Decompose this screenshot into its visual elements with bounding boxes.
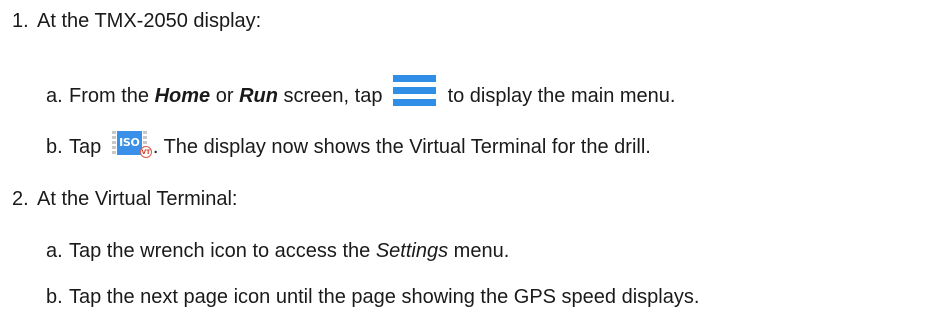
substep-text: . The display now shows the Virtual Term… xyxy=(152,136,651,158)
substep-text: menu. xyxy=(448,240,510,262)
step-2: 2. At the Virtual Terminal: xyxy=(12,187,237,211)
step-2b: b. Tap the next page icon until the page… xyxy=(46,285,699,309)
menu-icon xyxy=(393,75,437,106)
substep-letter: b. xyxy=(46,286,63,308)
step-number: 2. xyxy=(12,188,29,210)
substep-letter: a. xyxy=(46,85,63,107)
menu-bar xyxy=(393,75,437,82)
iso-label: ISO xyxy=(116,131,142,155)
substep-text: screen, tap xyxy=(277,85,389,107)
substep-letter: a. xyxy=(46,240,63,262)
run-screen-label: Run xyxy=(239,85,278,107)
icon-rail xyxy=(111,131,116,155)
step-number: 1. xyxy=(12,10,29,32)
substep-text: Tap xyxy=(69,136,107,158)
step-1: 1. At the TMX-2050 display: xyxy=(12,9,261,33)
step-2a: a. Tap the wrench icon to access the Set… xyxy=(46,239,509,263)
substep-text: From the xyxy=(69,85,155,107)
vt-badge: VT xyxy=(139,146,152,158)
step-1a: a. From the Home or Run screen, tap to d… xyxy=(46,75,676,111)
step-text: At the Virtual Terminal: xyxy=(37,188,238,210)
step-1b: b. Tap ISO VT . The display now shows th… xyxy=(46,130,651,161)
substep-text: Tap the next page icon until the page sh… xyxy=(69,286,700,308)
home-screen-label: Home xyxy=(154,85,211,107)
iso-vt-icon: ISO VT xyxy=(111,130,152,158)
substep-text: Tap the wrench icon to access the xyxy=(69,240,376,262)
menu-bar xyxy=(393,99,437,106)
substep-letter: b. xyxy=(46,136,63,158)
settings-menu-label: Settings xyxy=(375,240,449,262)
substep-text: to display the main menu. xyxy=(442,85,676,107)
substep-text: or xyxy=(210,85,240,107)
menu-bar xyxy=(393,87,437,94)
step-text: At the TMX-2050 display: xyxy=(37,10,262,32)
